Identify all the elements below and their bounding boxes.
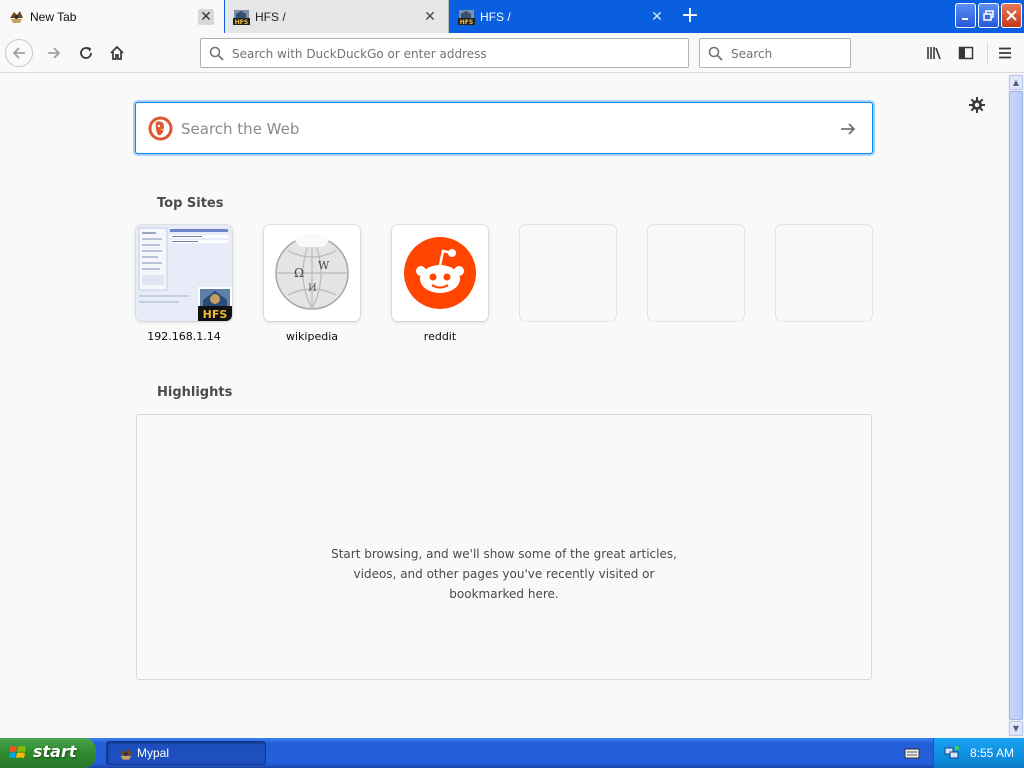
search-icon — [708, 46, 723, 61]
close-tab-icon[interactable]: ✕ — [649, 9, 665, 25]
svg-text:HFS: HFS — [460, 19, 473, 25]
tab-hfs[interactable]: HFS HFS / ✕ — [450, 0, 675, 33]
taskbar-item-mypal[interactable]: Mypal — [106, 741, 266, 765]
highlights-heading: Highlights — [157, 385, 233, 400]
empty-top-site-slot[interactable] — [520, 225, 616, 330]
tab-title: HFS / — [255, 10, 286, 24]
message-line: Start browsing, and we'll show some of t… — [331, 547, 677, 561]
new-tab-button[interactable]: + — [676, 5, 704, 27]
wikipedia-globe-icon: Ω W И — [275, 234, 349, 310]
hfs-icon: HFS — [458, 10, 475, 25]
top-site-placeholder — [776, 225, 872, 321]
library-icon — [927, 47, 941, 60]
top-site-thumbnail: Ω W И — [264, 225, 360, 321]
close-icon — [1006, 10, 1017, 21]
hamburger-menu-icon — [999, 47, 1011, 59]
tab-title: HFS / — [480, 10, 511, 24]
message-line: bookmarked here. — [449, 587, 559, 601]
library-button[interactable] — [920, 39, 948, 67]
top-site-label: 192.168.1.14 — [147, 330, 221, 343]
sidebar-button[interactable] — [952, 39, 980, 67]
restore-button[interactable] — [978, 3, 999, 28]
top-site-tile[interactable]: Ω W И wikipedia — [264, 225, 360, 343]
highlights-empty-message: Start browsing, and we'll show some of t… — [137, 544, 871, 604]
keyboard-icon[interactable] — [904, 746, 920, 760]
svg-text:И: И — [308, 283, 317, 294]
top-site-placeholder — [648, 225, 744, 321]
search-bar[interactable] — [699, 38, 851, 68]
reddit-alien-icon — [404, 237, 476, 309]
top-site-thumbnail — [392, 225, 488, 321]
scroll-up-button[interactable]: ▲ — [1009, 75, 1023, 90]
sidebar-icon — [958, 46, 974, 60]
network-icon[interactable] — [944, 745, 960, 761]
highlights-panel: Start browsing, and we'll show some of t… — [136, 414, 872, 680]
windows-logo-icon — [9, 746, 26, 758]
back-arrow-icon — [12, 47, 25, 59]
address-input[interactable] — [232, 45, 672, 63]
tab-new-tab[interactable]: New Tab ✕ — [0, 0, 224, 33]
new-tab-page: Top Sites — [0, 74, 1008, 738]
tab-title: New Tab — [30, 10, 77, 24]
hfs-icon: HFS — [233, 10, 250, 25]
mypal-icon — [119, 748, 133, 760]
start-label: start — [33, 742, 77, 761]
svg-text:Ω: Ω — [294, 266, 304, 280]
settings-button[interactable] — [966, 94, 988, 116]
top-site-tile[interactable]: HFS 192.168.1.14 — [136, 225, 232, 343]
tab-hfs[interactable]: HFS HFS / ✕ — [225, 0, 449, 33]
home-icon — [110, 45, 124, 60]
minimize-icon — [961, 17, 968, 20]
windows-taskbar: start Mypal 8:55 AM — [0, 738, 1024, 768]
vertical-scrollbar[interactable]: ▲ ▼ — [1008, 74, 1024, 738]
tab-bar: New Tab ✕ HFS HFS / ✕ HFS HFS / ✕ + — [0, 0, 1024, 33]
forward-arrow-icon — [48, 47, 61, 59]
search-input[interactable] — [731, 45, 841, 63]
system-tray: 8:55 AM — [933, 738, 1024, 768]
hfs-icon: HFS — [198, 287, 232, 321]
scroll-down-button[interactable]: ▼ — [1009, 721, 1023, 736]
top-site-thumbnail: HFS — [136, 225, 232, 321]
svg-text:HFS: HFS — [235, 19, 248, 25]
restore-icon — [983, 10, 994, 21]
navigation-toolbar — [0, 33, 1024, 73]
svg-text:HFS: HFS — [203, 308, 228, 321]
duckduckgo-logo-icon — [148, 116, 173, 141]
reload-icon — [80, 47, 92, 59]
close-window-button[interactable] — [1001, 3, 1022, 28]
top-site-placeholder — [520, 225, 616, 321]
svg-text:W: W — [318, 259, 330, 272]
top-site-label: wikipedia — [285, 330, 338, 343]
web-search-box[interactable] — [135, 102, 873, 154]
url-bar[interactable] — [200, 38, 689, 68]
top-site-tile[interactable]: reddit — [392, 225, 488, 343]
minimize-button[interactable] — [955, 3, 976, 28]
web-search-input[interactable] — [181, 118, 821, 140]
message-line: videos, and other pages you've recently … — [353, 567, 655, 581]
close-tab-icon[interactable]: ✕ — [198, 9, 214, 25]
menu-button[interactable] — [991, 39, 1019, 67]
empty-top-site-slot[interactable] — [648, 225, 744, 330]
search-icon — [209, 46, 224, 61]
top-sites-heading: Top Sites — [157, 196, 224, 211]
close-tab-icon[interactable]: ✕ — [422, 9, 438, 25]
arrow-right-icon — [841, 123, 856, 135]
mypal-icon — [10, 11, 23, 23]
taskbar-item-label: Mypal — [137, 746, 170, 760]
back-button[interactable] — [5, 39, 33, 67]
scrollbar-thumb[interactable] — [1009, 91, 1023, 720]
toolbar-separator — [987, 43, 988, 63]
empty-top-site-slot[interactable] — [776, 225, 872, 330]
top-site-label: reddit — [423, 330, 457, 343]
home-button[interactable] — [103, 39, 131, 67]
search-submit-button[interactable] — [836, 117, 860, 141]
gear-icon — [969, 97, 985, 113]
start-button[interactable]: start — [0, 738, 96, 768]
clock: 8:55 AM — [970, 746, 1015, 760]
forward-button[interactable] — [40, 39, 68, 67]
reload-button[interactable] — [72, 39, 100, 67]
